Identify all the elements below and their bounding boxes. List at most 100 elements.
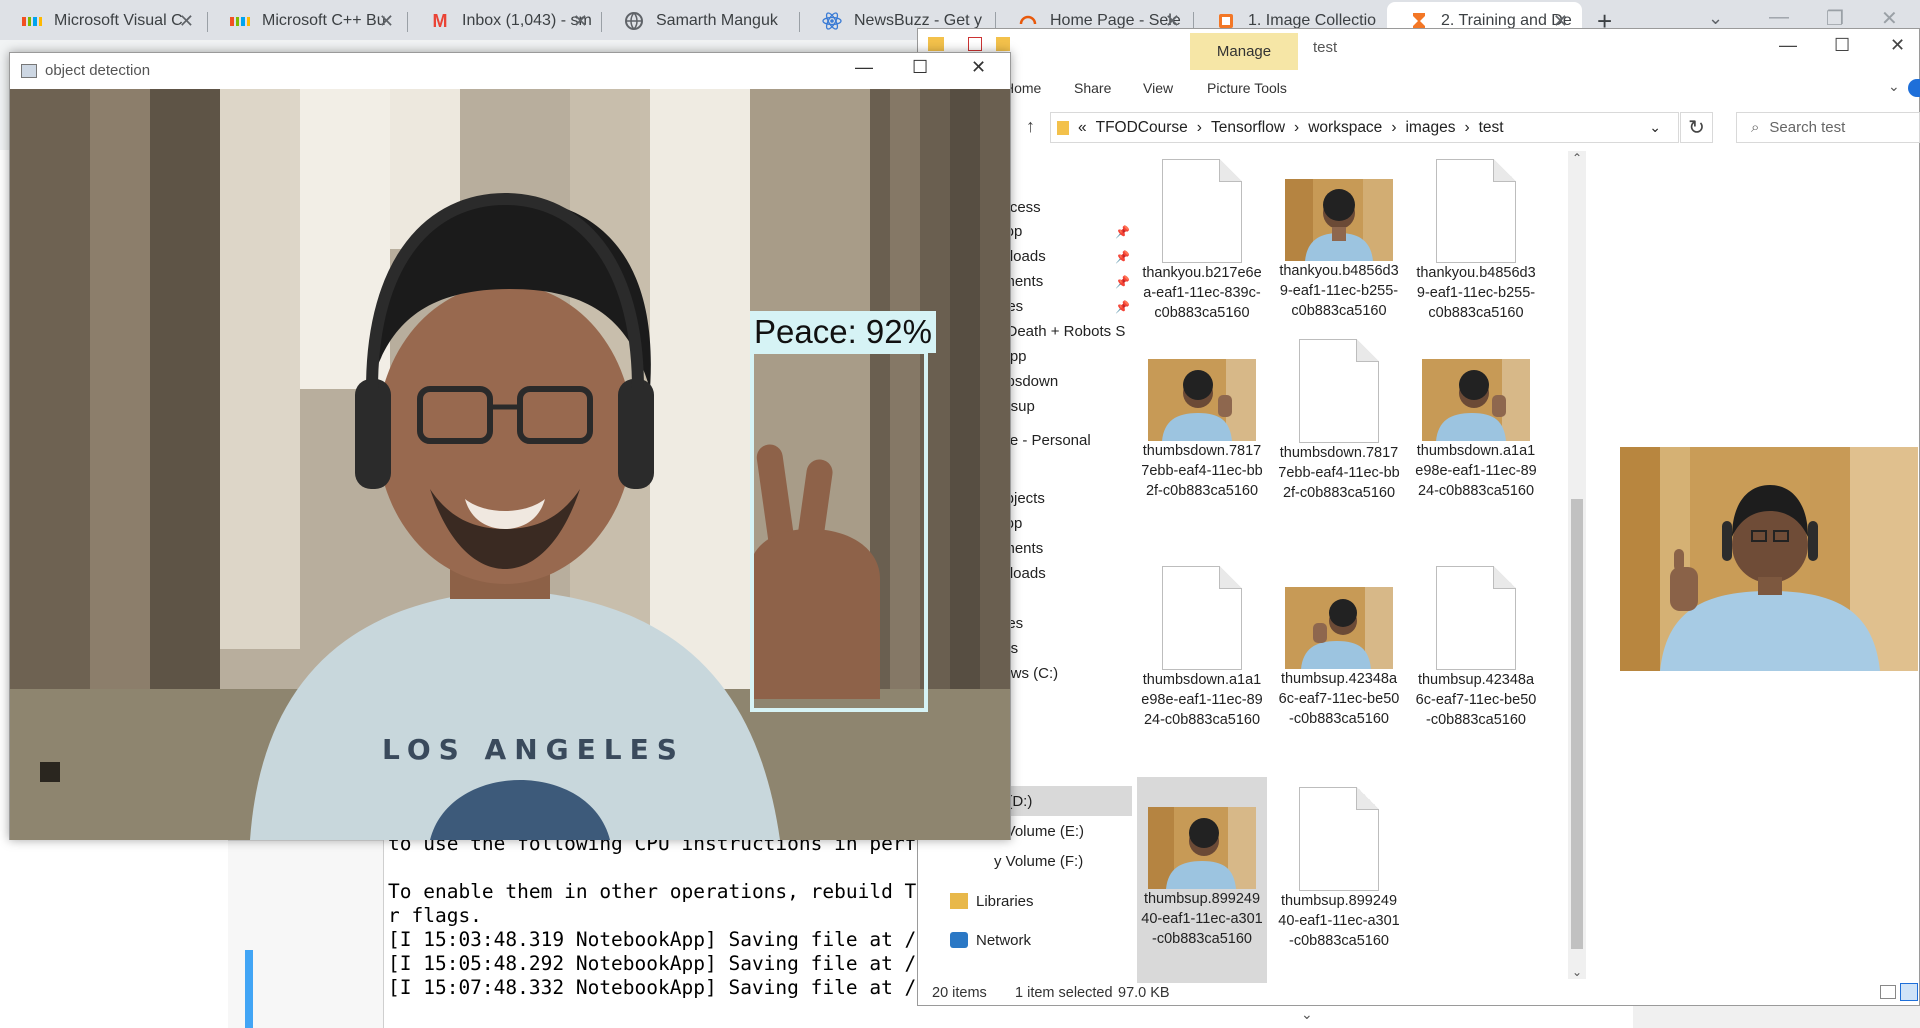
browser-tab[interactable]: Samarth Manguk [602,2,800,40]
minimize-icon[interactable]: — [855,57,873,78]
react-icon [822,11,842,31]
breadcrumb-item[interactable]: images [1405,119,1455,137]
image-thumbnail [1148,359,1256,441]
microsoft-icon [230,11,250,31]
pin-icon: 📌 [1115,275,1130,289]
refresh-button[interactable]: ↻ [1680,112,1713,143]
maximize-icon[interactable]: ☐ [1834,35,1850,56]
address-bar[interactable]: « TFODCourse › Tensorflow › workspace › ima… [1050,112,1679,143]
pin-icon: 📌 [1115,250,1130,264]
breadcrumb-separator-icon: › [1196,118,1202,136]
chevron-down-icon[interactable]: ⌄ [1649,119,1661,136]
selection-size: 97.0 KB [1118,985,1170,1001]
minimize-icon[interactable]: — [1779,35,1797,56]
expand-ribbon-icon[interactable]: ⌄ [1888,78,1900,95]
log-line: [I 15:05:48.292 NotebookApp] Saving file… [388,952,923,975]
breadcrumb-item[interactable]: Tensorflow [1211,119,1285,137]
file-name: thumbsdown.78177ebb-eaf4-11ec-bb2f-c0b88… [1141,443,1263,499]
close-icon[interactable]: ✕ [1890,35,1905,56]
breadcrumb-item[interactable]: workspace [1308,119,1382,137]
file-name: thumbsdown.78177ebb-eaf4-11ec-bb2f-c0b88… [1278,445,1400,501]
ribbon-tabs: Home Share View Picture Tools ⌄ [918,69,1920,107]
nav-item-libraries[interactable]: Libraries [976,893,1034,910]
file-name: thumbsdown.a1a1e98e-eaf1-11ec-8924-c0b88… [1415,443,1537,499]
scroll-down-icon[interactable]: ⌄ [1572,965,1582,979]
file-name: thankyou.b4856d39-eaf1-11ec-b255-c0b883c… [1279,263,1399,319]
new-folder-icon[interactable] [996,37,1010,51]
scrollbar-thumb[interactable] [1571,499,1583,949]
minimize-icon[interactable]: — [1769,6,1789,29]
libraries-icon [950,893,968,909]
help-icon[interactable] [1908,79,1920,97]
detection-bounding-box [750,350,928,712]
up-arrow-icon[interactable]: ↑ [1026,116,1035,137]
document-icon [1436,159,1516,263]
file-item[interactable]: thankyou.b4856d39-eaf1-11ec-b255-c0b883c… [1411,151,1541,323]
image-thumbnail [1285,179,1393,261]
image-thumbnail [1422,359,1530,441]
explorer-titlebar: Manage test — ☐ ✕ [918,29,1920,70]
search-input[interactable]: ⌕ Search test [1736,112,1920,143]
file-item[interactable]: thumbsup.42348a6c-eaf7-11ec-be50-c0b883c… [1274,567,1404,729]
browser-tab[interactable]: Microsoft C++ Bu ✕ [208,2,408,40]
scroll-up-icon[interactable]: ⌃ [1572,151,1582,165]
nav-item[interactable]: y Volume (F:) [994,853,1083,870]
taskbar-region [1633,1004,1920,1028]
file-item[interactable]: thankyou.b4856d39-eaf1-11ec-b255-c0b883c… [1274,151,1404,321]
maximize-icon[interactable]: ☐ [912,57,928,78]
file-item[interactable]: thumbsup.42348a6c-eaf7-11ec-be50-c0b883c… [1411,566,1541,730]
large-icons-view-icon[interactable] [1900,983,1918,1001]
close-tab-icon[interactable]: ✕ [573,11,588,32]
log-line: To enable them in other operations, rebu… [388,880,923,903]
close-tab-icon[interactable]: ✕ [179,11,194,32]
search-icon: ⌕ [1751,119,1760,136]
window-title: test [1313,39,1338,56]
details-view-icon[interactable] [1880,985,1896,999]
log-line: [I 15:07:48.332 NotebookApp] Saving file… [388,976,923,999]
file-item[interactable]: thumbsup.89924940-eaf1-11ec-a301-c0b883c… [1274,777,1404,951]
jupyter-server-log: to use the following CPU instructions in… [383,832,923,1028]
scroll-down-icon[interactable]: ⌄ [1301,1006,1313,1023]
window-title: object detection [45,62,151,79]
close-tab-icon[interactable]: ✕ [379,11,394,32]
cell-selection-bar [245,950,253,1028]
tab-picture-tools[interactable]: Picture Tools [1207,80,1287,96]
nav-item-network[interactable]: Network [976,932,1031,949]
file-name: thumbsdown.a1a1e98e-eaf1-11ec-8924-c0b88… [1141,672,1263,728]
properties-icon[interactable] [968,37,982,51]
nav-item[interactable]: e Death + Robots S [994,323,1125,340]
selection-count: 1 item selected [1015,985,1113,1001]
file-item[interactable]: thumbsdown.78177ebb-eaf4-11ec-bb2f-c0b88… [1137,359,1267,501]
file-name: thumbsup.89924940-eaf1-11ec-a301-c0b883c… [1141,891,1263,947]
manage-tab[interactable]: Manage [1190,33,1298,70]
breadcrumb-separator-icon: › [1391,118,1397,136]
globe-icon [624,11,644,31]
item-count: 20 items [932,985,987,1001]
object-detection-window: object detection — ☐ ✕ LOS ANGELES Peace… [9,52,1011,840]
tab-search-icon[interactable]: ⌄ [1708,8,1723,29]
status-bar: 20 items 1 item selected 97.0 KB [918,979,1920,1006]
browser-tab[interactable]: Microsoft Visual C ✕ [0,2,208,40]
pin-icon: 📌 [1115,225,1130,239]
breadcrumb-item[interactable]: test [1479,119,1504,137]
file-item[interactable]: thumbsdown.a1a1e98e-eaf1-11ec-8924-c0b88… [1137,566,1267,730]
address-bar-row: ↑ « TFODCourse › Tensorflow › workspace › i… [918,107,1920,151]
browser-tab[interactable]: M Inbox (1,043) - sm ✕ [408,2,602,40]
file-item[interactable]: thumbsdown.78177ebb-eaf4-11ec-bb2f-c0b88… [1274,339,1404,503]
file-item[interactable]: thankyou.b217e6ea-eaf1-11ec-839c-c0b883c… [1137,151,1267,323]
tab-share[interactable]: Share [1074,80,1111,96]
breadcrumb-item[interactable]: TFODCourse [1096,119,1188,137]
file-name: thumbsup.42348a6c-eaf7-11ec-be50-c0b883c… [1278,671,1400,727]
preview-pane-image [1620,447,1918,671]
file-item[interactable]: thumbsdown.a1a1e98e-eaf1-11ec-8924-c0b88… [1411,359,1541,501]
detection-label: Peace: 92% [750,311,936,353]
folder-icon [928,37,944,51]
file-name: thankyou.b217e6ea-eaf1-11ec-839c-c0b883c… [1142,265,1262,321]
close-icon[interactable]: ✕ [971,57,986,78]
log-line: r flags. [388,904,482,927]
tab-view[interactable]: View [1143,80,1173,96]
network-icon [950,932,968,948]
overflow-chevron-icon[interactable]: « [1078,119,1087,137]
file-item-selected[interactable]: thumbsup.89924940-eaf1-11ec-a301-c0b883c… [1137,777,1267,983]
gmail-icon: M [432,10,448,31]
